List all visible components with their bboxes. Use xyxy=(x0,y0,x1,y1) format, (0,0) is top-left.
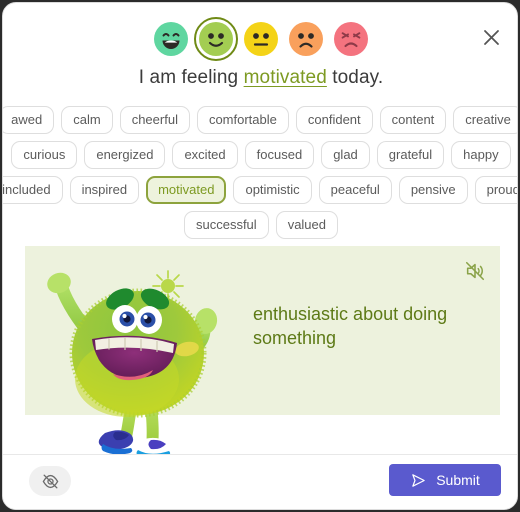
mood-option-very-sad[interactable] xyxy=(334,22,368,56)
hide-toggle-button[interactable] xyxy=(29,466,71,496)
chip-cheerful[interactable]: cheerful xyxy=(119,106,190,134)
mood-option-neutral[interactable] xyxy=(244,22,278,56)
chip-content[interactable]: content xyxy=(379,106,447,134)
grinning-face-icon xyxy=(154,22,188,56)
send-plane-icon xyxy=(412,473,425,487)
prompt-before: I am feeling xyxy=(138,67,244,88)
chip-confident[interactable]: confident xyxy=(295,106,373,134)
monster-illustration xyxy=(35,241,255,460)
chip-optimistic[interactable]: optimistic xyxy=(233,176,312,204)
mood-option-very-happy[interactable] xyxy=(154,22,188,56)
prompt-highlight-word: motivated xyxy=(243,67,327,88)
definition-text: enthusiastic about doing something xyxy=(253,304,448,349)
chip-valued[interactable]: valued xyxy=(275,211,338,239)
chip-happy[interactable]: happy xyxy=(451,141,511,169)
frowning-face-icon xyxy=(289,22,323,56)
chip-peaceful[interactable]: peaceful xyxy=(318,176,392,204)
chip-pensive[interactable]: pensive xyxy=(398,176,468,204)
chip-excited[interactable]: excited xyxy=(172,141,238,169)
chip-included[interactable]: included xyxy=(3,176,63,204)
distressed-face-icon xyxy=(334,22,368,56)
definition-panel: enthusiastic about doing something xyxy=(25,246,500,460)
smiling-face-icon xyxy=(199,22,233,56)
feeling-chip-list: awed calm cheerful comfortable confident… xyxy=(3,106,517,246)
green-monster-character-icon xyxy=(47,270,218,460)
chip-row: included inspired motivated optimistic p… xyxy=(3,176,517,204)
eye-off-icon xyxy=(42,473,58,489)
speaker-mute-icon xyxy=(465,261,485,281)
chip-curious[interactable]: curious xyxy=(11,141,78,169)
sneaker-left xyxy=(98,430,134,455)
submit-button-label: Submit xyxy=(436,472,480,488)
prompt-after: today. xyxy=(326,67,384,88)
chip-inspired[interactable]: inspired xyxy=(69,176,140,204)
mood-option-happy[interactable] xyxy=(194,17,238,61)
chip-motivated[interactable]: motivated xyxy=(146,176,227,204)
mood-option-sad[interactable] xyxy=(289,22,323,56)
chip-focused[interactable]: focused xyxy=(244,141,315,169)
chip-glad[interactable]: glad xyxy=(321,141,370,169)
chip-row: curious energized excited focused glad g… xyxy=(11,141,511,169)
chip-row: awed calm cheerful comfortable confident… xyxy=(3,106,517,134)
dialog-footer: Submit xyxy=(3,454,517,509)
chip-energized[interactable]: energized xyxy=(84,141,166,169)
chip-row: successful valued xyxy=(21,211,501,239)
chip-awed[interactable]: awed xyxy=(3,106,55,134)
chip-calm[interactable]: calm xyxy=(61,106,113,134)
chip-successful[interactable]: successful xyxy=(183,211,269,239)
feelings-dialog: I am feeling motivated today. awed calm … xyxy=(2,2,518,510)
submit-button[interactable]: Submit xyxy=(389,464,501,496)
chip-proud[interactable]: proud xyxy=(474,176,517,204)
prompt-sentence: I am feeling motivated today. xyxy=(3,67,517,89)
neutral-face-icon xyxy=(244,22,278,56)
sparkle-icon xyxy=(152,270,184,302)
speaker-mute-button[interactable] xyxy=(464,260,486,282)
chip-grateful[interactable]: grateful xyxy=(376,141,445,169)
chip-comfortable[interactable]: comfortable xyxy=(196,106,289,134)
chip-creative[interactable]: creative xyxy=(453,106,517,134)
mood-scale xyxy=(3,17,517,61)
